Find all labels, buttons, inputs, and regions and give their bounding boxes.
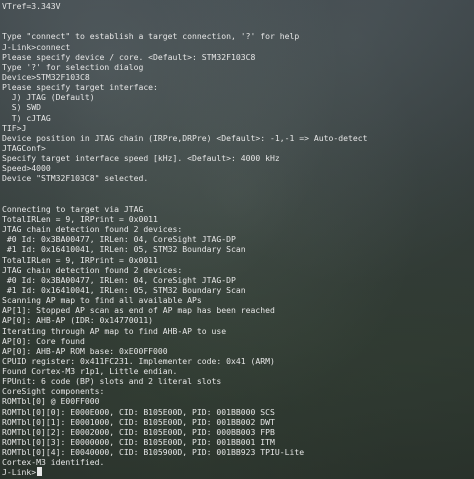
terminal-prompt: J-Link> <box>2 467 37 478</box>
terminal-line: #1 Id: 0x16410041, IRLen: 05, STM32 Boun… <box>2 244 246 255</box>
terminal-line: J) JTAG (Default) <box>2 92 95 103</box>
terminal-line: TotalIRLen = 9, IRPrint = 0x0011 <box>2 254 158 265</box>
terminal-line: ROMTbl[0][1]: E0001000, CID: B105E00D, P… <box>2 416 275 427</box>
terminal-line: JTAG chain detection found 2 devices: <box>2 224 183 235</box>
terminal-line: Connecting to target via JTAG <box>2 203 144 214</box>
terminal-line: T) cJTAG <box>2 112 51 123</box>
text-cursor <box>37 467 43 477</box>
terminal-output[interactable]: VTref=3.343V Type "connect" to establish… <box>0 0 474 479</box>
terminal-line: ROMTbl[0][3]: E0000000, CID: B105E00D, P… <box>2 437 275 448</box>
terminal-line: #0 Id: 0x3BA00477, IRLen: 04, CoreSight … <box>2 234 236 245</box>
terminal-line: CPUID register: 0x411FC231. Implementer … <box>2 355 275 366</box>
terminal-line: AP[1]: Stopped AP scan as end of AP map … <box>2 305 275 316</box>
terminal-line: ROMTbl[0][0]: E000E000, CID: B105E00D, P… <box>2 406 275 417</box>
terminal-line: Please specify target interface: <box>2 82 158 93</box>
terminal-line: S) SWD <box>2 102 41 113</box>
terminal-line: VTref=3.343V <box>2 1 61 11</box>
terminal-line: Speed>4000 <box>2 163 51 174</box>
terminal-line: Scanning AP map to find all available AP… <box>2 295 202 306</box>
terminal-line: JTAGConf> <box>2 142 46 153</box>
terminal-line: ROMTbl[0][4]: E0040000, CID: B105900D, P… <box>2 447 305 458</box>
terminal-line: Device>STM32F103C8 <box>2 71 90 82</box>
terminal-line: ROMTbl[0][2]: E0002000, CID: B105E00D, P… <box>2 426 275 437</box>
terminal-line: #0 Id: 0x3BA00477, IRLen: 04, CoreSight … <box>2 274 236 285</box>
terminal-line: FPUnit: 6 code (BP) slots and 2 literal … <box>2 376 222 387</box>
terminal-line: Found Cortex-M3 r1p1, Little endian. <box>2 366 178 377</box>
terminal-line: TIF>J <box>2 122 27 133</box>
terminal-line: ROMTbl[0] @ E00FF000 <box>2 396 100 407</box>
terminal-line: Iterating through AP map to find AHB-AP … <box>2 325 227 336</box>
terminal-line: Specify target interface speed [kHz]. <D… <box>2 153 280 164</box>
terminal-line: Please specify device / core. <Default>:… <box>2 51 256 62</box>
terminal-line: J-Link>connect <box>2 41 71 52</box>
terminal-prompt-line[interactable]: J-Link> <box>2 467 474 477</box>
terminal-line: AP[0]: AHB-AP ROM base: 0xE00FF000 <box>2 345 168 356</box>
terminal-line: JTAG chain detection found 2 devices: <box>2 264 183 275</box>
terminal-line: TotalIRLen = 9, IRPrint = 0x0011 <box>2 213 158 224</box>
terminal-line: Cortex-M3 identified. <box>2 457 105 468</box>
terminal-line: Type "connect" to establish a target con… <box>2 31 300 42</box>
terminal-line: Type '?' for selection dialog <box>2 61 144 72</box>
terminal-line: Device position in JTAG chain (IRPre,DRP… <box>2 132 368 143</box>
terminal-line: Device "STM32F103C8" selected. <box>2 173 149 184</box>
terminal-line: #1 Id: 0x16410041, IRLen: 05, STM32 Boun… <box>2 284 246 295</box>
terminal-line: CoreSight components: <box>2 386 105 397</box>
terminal-line: AP[0]: Core found <box>2 335 85 346</box>
terminal-line: AP[0]: AHB-AP (IDR: 0x14770011) <box>2 315 154 326</box>
